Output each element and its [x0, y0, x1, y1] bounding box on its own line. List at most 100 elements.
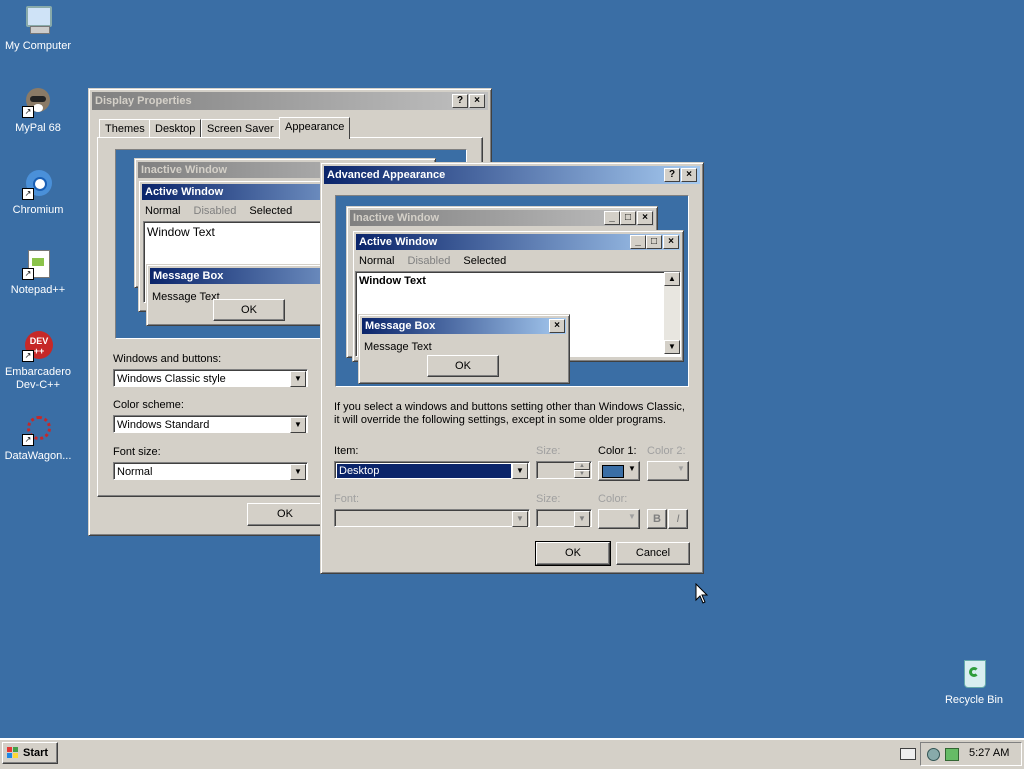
preview-menu: Normal Disabled Selected [359, 255, 516, 267]
menu-selected: Selected [463, 255, 507, 267]
desktop-icon-label: Embarcadero Dev-C++ [4, 366, 72, 391]
spin-down-icon: ▼ [574, 470, 590, 478]
ok-button[interactable]: OK [535, 541, 611, 566]
display-properties-titlebar[interactable]: Display Properties ? × [92, 92, 488, 110]
color1-swatch [602, 465, 624, 478]
bold-button: B [647, 509, 667, 529]
desktop-icon-my-computer[interactable]: My Computer [0, 4, 76, 53]
windows-buttons-value: Windows Classic style [117, 373, 226, 385]
preview-active-titlebar: Active Window _ □ × [356, 234, 680, 250]
preview-inactive-title: Inactive Window [353, 212, 440, 224]
chevron-down-icon[interactable]: ▼ [512, 463, 528, 479]
preview-msgbox-text: Message Text [364, 341, 432, 353]
tab-screen-saver[interactable]: Screen Saver [201, 119, 280, 138]
preview-window-text: Window Text [147, 225, 215, 239]
desktop-icon-recycle-bin[interactable]: Recycle Bin [936, 658, 1012, 707]
font-label: Font: [334, 493, 360, 505]
close-icon: × [549, 319, 565, 333]
cancel-button[interactable]: Cancel [616, 542, 690, 565]
menu-disabled: Disabled [407, 255, 451, 267]
start-button[interactable]: Start [2, 742, 58, 764]
preview-menu: Normal Disabled Selected [145, 205, 302, 217]
menu-normal: Normal [359, 255, 395, 267]
advanced-appearance-titlebar[interactable]: Advanced Appearance ? × [324, 166, 700, 184]
menu-selected: Selected [249, 205, 293, 217]
desktop-icon-label: MyPal 68 [15, 122, 61, 134]
item-value: Desktop [337, 464, 511, 478]
desktop-icon-mypal[interactable]: ↗ MyPal 68 [0, 86, 76, 135]
advanced-appearance-window: Advanced Appearance ? × Inactive Window … [320, 162, 704, 574]
mypal-icon: ↗ [22, 86, 54, 118]
tab-appearance[interactable]: Appearance [279, 117, 351, 139]
tab-themes[interactable]: Themes [99, 119, 151, 138]
preview-active-title: Active Window [359, 236, 438, 248]
close-button[interactable]: × [681, 168, 697, 182]
font-size-label: Font size: [113, 446, 161, 458]
keyboard-icon[interactable] [900, 748, 916, 760]
italic-button: I [668, 509, 688, 529]
preview-scrollbar: ▲ ▼ [664, 272, 680, 354]
desktop-icon-datawagon[interactable]: ↗ DataWagon... [0, 414, 76, 463]
color2-label: Color 2: [647, 445, 686, 457]
color1-label: Color 1: [598, 445, 637, 457]
font-size-value: Normal [117, 466, 153, 478]
font-select: ▼ [334, 509, 530, 527]
help-button[interactable]: ? [664, 168, 680, 182]
ok-button[interactable]: OK [247, 503, 323, 526]
chevron-down-icon[interactable]: ▼ [290, 464, 306, 480]
font-color-picker: ▼ [598, 509, 640, 529]
advanced-preview[interactable]: Inactive Window _ □ × Active Window _ □ … [335, 195, 689, 387]
menu-disabled: Disabled [193, 205, 237, 217]
tab-desktop[interactable]: Desktop [149, 119, 202, 138]
safely-remove-icon[interactable] [945, 748, 959, 761]
clock[interactable]: 5:27 AM [969, 747, 1009, 759]
preview-ok-button: OK [213, 299, 285, 321]
taskbar: Start 5:27 AM [0, 738, 1024, 769]
scroll-up-icon: ▲ [664, 272, 680, 286]
close-icon: × [637, 211, 653, 225]
preview-window-text: Window Text [359, 275, 426, 287]
help-button[interactable]: ? [452, 94, 468, 108]
window-title: Display Properties [95, 95, 192, 107]
font-color-label: Color: [598, 493, 628, 505]
desktop-icon-label: Recycle Bin [944, 694, 1004, 706]
chevron-down-icon: ▼ [512, 511, 528, 527]
desktop-icon-label: Notepad++ [10, 284, 66, 296]
chevron-down-icon[interactable]: ▼ [290, 371, 306, 387]
maximize-icon: □ [620, 211, 636, 225]
desktop-icon-label: My Computer [4, 40, 72, 52]
notepadpp-icon: ↗ [22, 248, 54, 280]
mouse-cursor-icon [695, 583, 709, 604]
color-scheme-label: Color scheme: [113, 399, 184, 411]
minimize-icon: _ [630, 235, 646, 249]
window-title: Advanced Appearance [327, 169, 446, 181]
recycle-bin-icon [958, 658, 990, 690]
info-text-line2: it will override the following settings,… [334, 414, 666, 426]
preview-msgbox-titlebar: Message Box × [362, 318, 566, 334]
close-icon: × [663, 235, 679, 249]
desktop-icon-label: DataWagon... [4, 450, 72, 462]
preview-inactive-titlebar: Inactive Window _ □ × [350, 210, 654, 226]
color1-picker[interactable]: ▼ [598, 461, 640, 481]
maximize-icon: □ [646, 235, 662, 249]
color-scheme-value: Windows Standard [117, 419, 210, 431]
desktop-icon-devcpp[interactable]: DEV ++ ↗ Embarcadero Dev-C++ [0, 330, 76, 392]
chevron-down-icon: ▼ [628, 464, 636, 473]
windows-logo-icon [7, 747, 19, 759]
network-icon[interactable] [927, 748, 940, 761]
font-size-label: Size: [536, 493, 561, 505]
windows-buttons-label: Windows and buttons: [113, 353, 222, 365]
color-scheme-select[interactable]: Windows Standard ▼ [113, 415, 308, 433]
preview-msgbox-title: Message Box [365, 320, 436, 332]
chevron-down-icon[interactable]: ▼ [290, 417, 306, 433]
desktop-icon-notepadpp[interactable]: ↗ Notepad++ [0, 248, 76, 297]
windows-buttons-select[interactable]: Windows Classic style ▼ [113, 369, 308, 387]
item-select[interactable]: Desktop ▼ [334, 461, 530, 479]
font-size-select: ▼ [536, 509, 592, 527]
chevron-down-icon: ▼ [628, 512, 636, 521]
desktop-icon-chromium[interactable]: ↗ Chromium [0, 168, 76, 217]
font-size-select[interactable]: Normal ▼ [113, 462, 308, 480]
item-label: Item: [334, 445, 359, 457]
computer-icon [22, 4, 54, 36]
close-button[interactable]: × [469, 94, 485, 108]
